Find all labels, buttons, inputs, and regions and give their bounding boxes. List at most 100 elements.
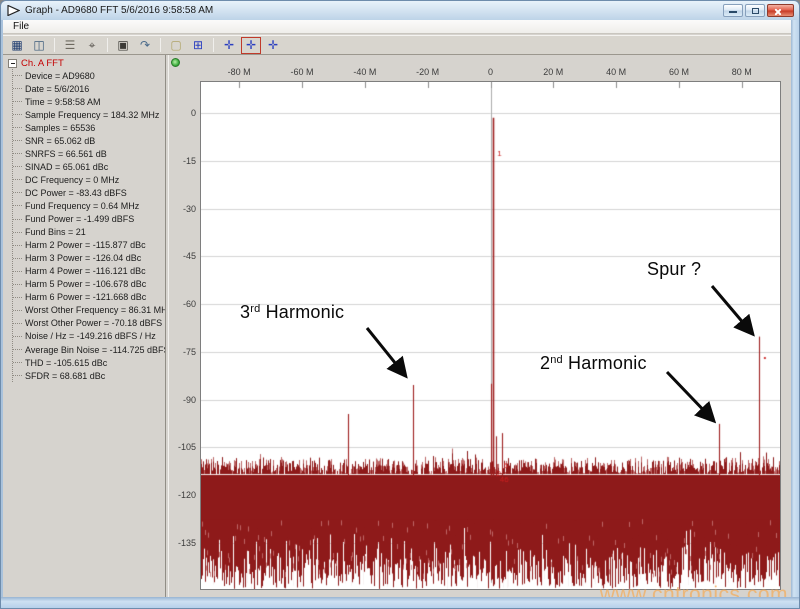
application-window: Graph - AD9680 FFT 5/6/2016 9:58:58 AM F… xyxy=(0,0,800,609)
tree-connector xyxy=(13,283,22,285)
tree-connector xyxy=(13,153,22,155)
tree-item[interactable]: SFDR = 68.681 dBc xyxy=(13,369,165,382)
tree-item[interactable]: SNRFS = 66.561 dB xyxy=(13,147,165,160)
tree-item[interactable]: Fund Frequency = 0.64 MHz xyxy=(13,199,165,212)
annotation-third-harmonic: 3rd Harmonic xyxy=(240,302,345,322)
window-border-left xyxy=(1,20,3,599)
tree-connector xyxy=(13,270,22,272)
tree-item[interactable]: Harm 5 Power = -106.678 dBc xyxy=(13,278,165,291)
toolbar-separator xyxy=(213,38,214,52)
y-tick-label: -30 xyxy=(182,203,196,214)
tree-root[interactable]: Ch. A FFT xyxy=(8,57,64,69)
center-crosshair-icon: ✛ xyxy=(245,38,257,52)
tree-item[interactable]: Noise / Hz = -149.216 dBFS / Hz xyxy=(13,330,165,343)
tree-item[interactable]: Average Bin Noise = -114.725 dBFS xyxy=(13,343,165,356)
tree-root-label: Ch. A FFT xyxy=(21,57,64,69)
toolbar-grid-panes-button[interactable]: ⊞ xyxy=(188,37,208,54)
tree-connector xyxy=(13,205,22,207)
tree-item[interactable]: SNR = 65.062 dB xyxy=(13,134,165,147)
toolbar-graph-image-button[interactable]: ◫ xyxy=(29,37,49,54)
tree-item[interactable]: Harm 6 Power = -121.668 dBc xyxy=(13,291,165,304)
tree-connector xyxy=(13,127,22,129)
grid-panes-icon: ⊞ xyxy=(192,38,204,52)
tree-connector xyxy=(13,257,22,259)
menu-item-file[interactable]: File xyxy=(9,21,33,32)
x-tick-label: -60 M xyxy=(290,67,314,77)
y-tick-label: -120 xyxy=(177,490,196,501)
tree-connector xyxy=(13,179,22,181)
y-tick-label: -105 xyxy=(177,442,196,453)
pan-crosshair-icon: ✛ xyxy=(223,38,235,52)
tree-item[interactable]: Time = 9:58:58 AM xyxy=(13,95,165,108)
tree-item-label: DC Power = -83.43 dBFS xyxy=(25,187,127,198)
tree-item[interactable]: THD = -105.615 dBc xyxy=(13,356,165,369)
tree-item-label: Worst Other Power = -70.18 dBFS xyxy=(25,318,163,329)
tree-item-label: Harm 5 Power = -106.678 dBc xyxy=(25,279,147,290)
y-tick-label: -90 xyxy=(182,394,196,405)
tree-item[interactable]: Samples = 65536 xyxy=(13,121,165,134)
toolbar-single-pane-button[interactable]: ▢ xyxy=(166,37,186,54)
minimize-button[interactable] xyxy=(723,4,743,17)
fft-plot-canvas[interactable] xyxy=(201,82,780,589)
tree-connector xyxy=(13,75,22,77)
y-tick-label: 0 xyxy=(190,108,196,118)
toolbar-graph-settings-button[interactable]: ▦ xyxy=(7,37,27,54)
tree-item-label: DC Frequency = 0 MHz xyxy=(25,174,120,185)
toolbar-align-crosshair-button[interactable]: ✛ xyxy=(263,37,283,54)
toolbar: ▦ ◫ ☰ ⌖ ▣ ↷ ▢ ⊞ ✛ ✛ ✛ xyxy=(2,35,799,55)
export-icon: ↷ xyxy=(139,38,151,52)
toolbar-save-button[interactable]: ▣ xyxy=(113,37,133,54)
close-button[interactable] xyxy=(767,4,794,17)
toolbar-separator xyxy=(54,38,55,52)
tree-item[interactable]: Harm 3 Power = -126.04 dBc xyxy=(13,252,165,265)
toolbar-cursor-tool-button[interactable]: ⌖ xyxy=(82,37,102,54)
y-tick-label: -135 xyxy=(177,538,196,548)
tree-item[interactable]: SINAD = 65.061 dBc xyxy=(13,160,165,173)
tree-connector xyxy=(13,101,22,103)
tree-item-label: Fund Power = -1.499 dBFS xyxy=(25,214,135,225)
y-tick-label: -75 xyxy=(182,346,196,357)
tree-item[interactable]: DC Frequency = 0 MHz xyxy=(13,173,165,186)
tree-connector xyxy=(13,192,22,194)
tree-item[interactable]: Fund Power = -1.499 dBFS xyxy=(13,213,165,226)
tree-item-label: Sample Frequency = 184.32 MHz xyxy=(25,109,160,120)
list-view-icon: ☰ xyxy=(64,38,76,52)
tree-item-label: Samples = 65536 xyxy=(25,122,96,133)
tree-item[interactable]: Date = 5/6/2016 xyxy=(13,82,165,95)
tree-connector xyxy=(13,88,22,90)
toolbar-export-button[interactable]: ↷ xyxy=(135,37,155,54)
tree-connector xyxy=(13,362,22,364)
x-tick-label: -20 M xyxy=(416,67,440,77)
x-tick-label: 80 M xyxy=(731,67,752,77)
toolbar-pan-crosshair-button[interactable]: ✛ xyxy=(219,37,239,54)
toolbar-center-crosshair-button[interactable]: ✛ xyxy=(241,36,261,54)
tree-item[interactable]: Device = AD9680 xyxy=(13,69,165,82)
tree-item[interactable]: Sample Frequency = 184.32 MHz xyxy=(13,108,165,121)
toolbar-separator xyxy=(160,38,161,52)
status-indicator xyxy=(171,58,180,67)
tree-item[interactable]: DC Power = -83.43 dBFS xyxy=(13,186,165,199)
tree-item[interactable]: Worst Other Power = -70.18 dBFS xyxy=(13,317,165,330)
tree-item[interactable]: Harm 4 Power = -116.121 dBc xyxy=(13,265,165,278)
align-crosshair-icon: ✛ xyxy=(267,38,279,52)
cursor-tool-icon: ⌖ xyxy=(88,38,96,52)
tree-connector xyxy=(13,114,22,116)
toolbar-list-view-button[interactable]: ☰ xyxy=(60,37,80,54)
tree-item-label: Harm 4 Power = -116.121 dBc xyxy=(25,266,146,277)
save-icon: ▣ xyxy=(117,38,129,52)
tree-item-label: Harm 3 Power = -126.04 dBc xyxy=(25,253,142,264)
window-border-right xyxy=(791,20,799,599)
tree-item-label: Device = AD9680 xyxy=(25,70,95,81)
tree-connector xyxy=(13,375,22,377)
tree-connector xyxy=(13,166,22,168)
titlebar[interactable]: Graph - AD9680 FFT 5/6/2016 9:58:58 AM xyxy=(1,1,799,20)
tree-list: Device = AD9680 Date = 5/6/2016 Time = 9:5… xyxy=(12,69,165,383)
tree-item[interactable]: Worst Other Frequency = 86.31 MHz xyxy=(13,304,165,317)
tree-item[interactable]: Harm 2 Power = -115.877 dBc xyxy=(13,239,165,252)
tree-connector xyxy=(13,140,22,142)
tree-connector xyxy=(13,335,22,337)
maximize-button[interactable] xyxy=(745,4,765,17)
tree-item[interactable]: Fund Bins = 21 xyxy=(13,226,165,239)
tree-item-label: THD = -105.615 dBc xyxy=(25,357,108,368)
collapse-icon[interactable] xyxy=(8,58,17,68)
